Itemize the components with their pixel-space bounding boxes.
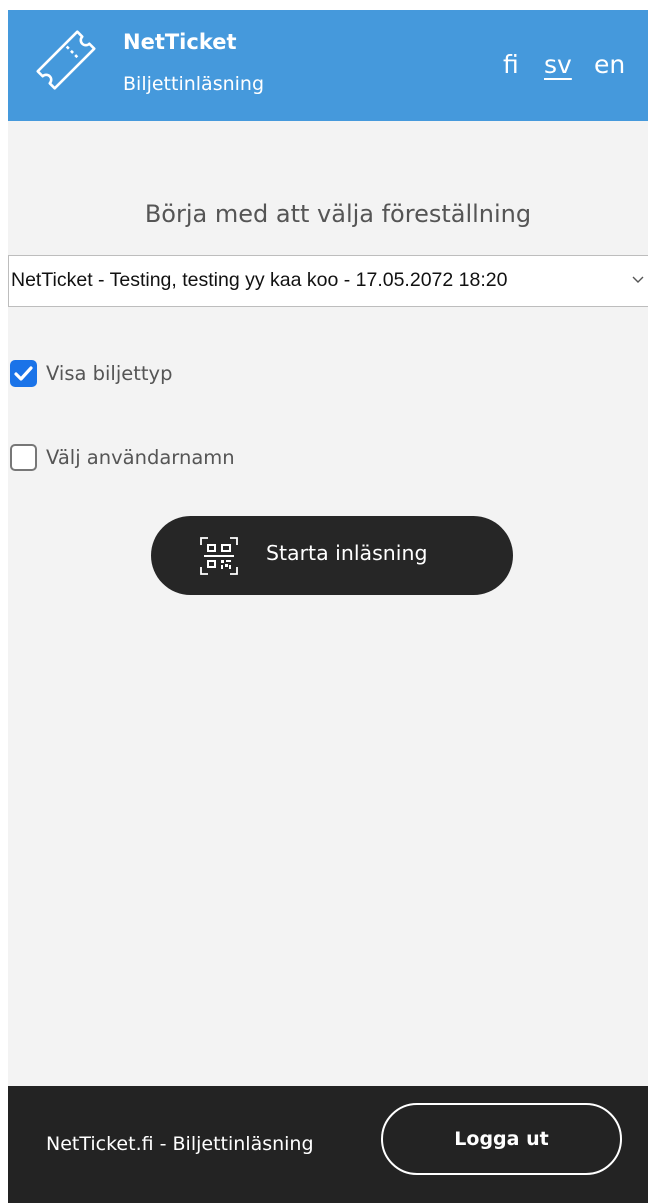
logout-label: Logga ut: [454, 1128, 549, 1150]
show-ticket-type-label: Visa biljettyp: [46, 362, 173, 385]
footer-text: NetTicket.fi - Biljettinläsning: [46, 1133, 314, 1155]
select-show-prompt: Börja med att välja föreställning: [144, 200, 532, 228]
checkmark-icon: [14, 366, 33, 381]
show-ticket-type-option[interactable]: Visa biljettyp: [8, 358, 228, 390]
qr-code-icon: [200, 537, 238, 575]
ticket-icon[interactable]: [34, 28, 98, 92]
logout-button[interactable]: Logga ut: [381, 1103, 622, 1175]
choose-username-label: Välj användarnamn: [46, 446, 235, 469]
brand-name: NetTicket: [123, 30, 237, 54]
language-fi-link[interactable]: fi: [503, 50, 519, 79]
app-header: NetTicket Biljettinläsning fi sv en: [8, 10, 648, 121]
choose-username-option[interactable]: Välj användarnamn: [8, 442, 308, 474]
app-screen: NetTicket Biljettinläsning fi sv en Börj…: [8, 10, 648, 1203]
start-scanning-button[interactable]: Starta inläsning: [151, 516, 513, 595]
brand-subtitle: Biljettinläsning: [123, 73, 265, 95]
start-scanning-label: Starta inläsning: [266, 541, 428, 565]
show-ticket-type-checkbox[interactable]: [10, 360, 37, 387]
event-select-value: NetTicket - Testing, testing yy kaa koo …: [11, 269, 508, 291]
language-sv-link[interactable]: sv: [544, 50, 572, 79]
event-select[interactable]: NetTicket - Testing, testing yy kaa koo …: [8, 255, 648, 307]
choose-username-checkbox[interactable]: [10, 444, 37, 471]
language-en-link[interactable]: en: [594, 50, 625, 79]
app-footer: NetTicket.fi - Biljettinläsning Logga ut: [8, 1086, 648, 1203]
chevron-down-icon: [632, 276, 644, 283]
